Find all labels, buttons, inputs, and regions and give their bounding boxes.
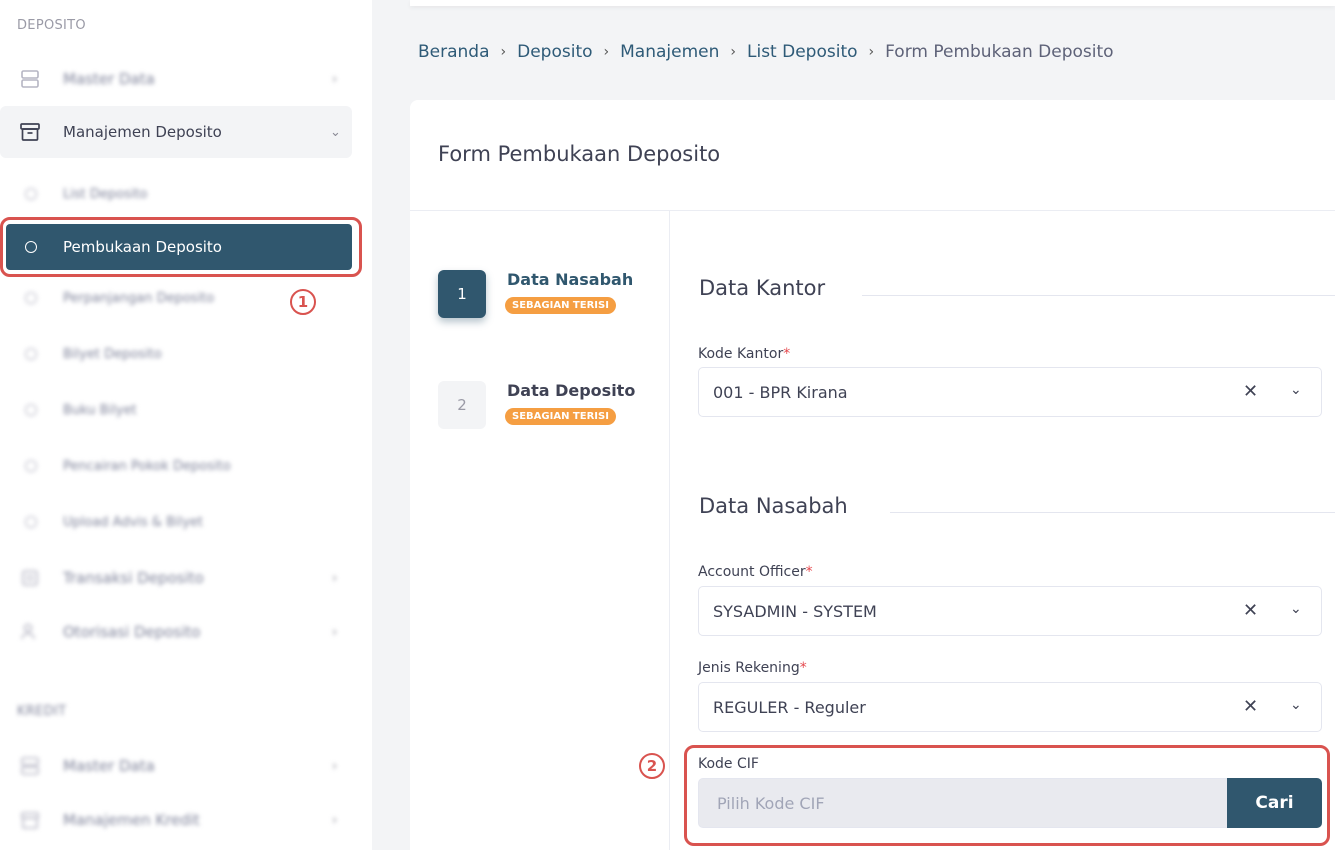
sidebar-item-manajemen-deposito[interactable]: Manajemen Deposito ⌄ — [0, 106, 352, 158]
sidebar-item-label: Pencairan Pokok Deposito — [63, 458, 231, 474]
breadcrumb-deposito[interactable]: Deposito — [517, 42, 592, 62]
chevron-right-icon: › — [332, 71, 338, 87]
kode-kantor-select[interactable]: 001 - BPR Kirana ✕ ⌄ — [698, 367, 1322, 417]
chevron-right-icon: › — [332, 570, 338, 586]
chevron-down-icon[interactable]: ⌄ — [1290, 382, 1302, 398]
chevron-right-icon: › — [500, 44, 507, 60]
chevron-down-icon: ⌄ — [330, 124, 341, 140]
sidebar-subitem-bilyet[interactable]: Bilyet Deposito — [0, 328, 352, 380]
bullet-icon — [25, 292, 37, 304]
chevron-right-icon: › — [332, 812, 338, 828]
database-icon — [18, 754, 42, 778]
sidebar-item-label: Master Data — [63, 757, 155, 775]
chevron-right-icon: › — [868, 44, 875, 60]
divider — [862, 295, 1335, 296]
chevron-down-icon[interactable]: ⌄ — [1290, 697, 1302, 713]
clear-icon[interactable]: ✕ — [1243, 600, 1258, 621]
sidebar-item-label: Master Data — [63, 70, 155, 88]
divider — [410, 210, 1335, 211]
step-name: Data Nasabah — [507, 270, 634, 289]
sidebar-item-label: Transaksi Deposito — [63, 569, 204, 587]
chevron-right-icon: › — [332, 758, 338, 774]
bullet-icon — [25, 404, 37, 416]
select-value: REGULER - Reguler — [713, 698, 866, 717]
section-title-kredit: KREDIT — [17, 704, 67, 719]
annotation-highlight-2 — [684, 745, 1330, 846]
transfer-icon — [18, 566, 42, 590]
sidebar-item-label: Upload Advis & Bilyet — [63, 514, 204, 530]
jenis-rekening-label: Jenis Rekening* — [698, 660, 807, 676]
chevron-right-icon: › — [603, 44, 610, 60]
breadcrumb: Beranda › Deposito › Manajemen › List De… — [418, 42, 1114, 62]
sidebar-subitem-list-deposito[interactable]: List Deposito — [0, 168, 352, 220]
section-heading-kantor: Data Kantor — [699, 276, 826, 300]
top-header — [410, 0, 1335, 6]
sidebar-subitem-perpanjangan[interactable]: Perpanjangan Deposito — [0, 272, 352, 324]
chevron-down-icon[interactable]: ⌄ — [1290, 601, 1302, 617]
bullet-icon — [25, 460, 37, 472]
step-number: 2 — [438, 381, 486, 429]
archive-box-icon — [18, 120, 42, 144]
annotation-highlight-1 — [0, 217, 362, 277]
sidebar-item-label: Otorisasi Deposito — [63, 623, 201, 641]
chevron-right-icon: › — [730, 44, 736, 60]
sidebar-item-manajemen-kredit[interactable]: Manajemen Kredit › — [0, 794, 352, 846]
select-value: 001 - BPR Kirana — [713, 383, 848, 402]
kode-kantor-label: Kode Kantor* — [698, 346, 791, 362]
breadcrumb-manajemen[interactable]: Manajemen — [620, 42, 719, 62]
sidebar-item-otorisasi-deposito[interactable]: Otorisasi Deposito › — [0, 606, 352, 658]
bullet-icon — [25, 516, 37, 528]
sidebar-item-transaksi-deposito[interactable]: Transaksi Deposito › — [0, 552, 352, 604]
section-title-deposito: DEPOSITO — [17, 18, 86, 33]
divider — [890, 512, 1335, 513]
sidebar-item-kredit-master-data[interactable]: Master Data › — [0, 740, 352, 792]
jenis-rekening-select[interactable]: REGULER - Reguler ✕ ⌄ — [698, 682, 1322, 732]
archive-box-icon — [18, 808, 42, 832]
sidebar-item-label: List Deposito — [63, 186, 148, 202]
breadcrumb-current: Form Pembukaan Deposito — [885, 42, 1114, 62]
sidebar-item-label: Manajemen Deposito — [63, 123, 222, 141]
clear-icon[interactable]: ✕ — [1243, 696, 1258, 717]
sidebar-subitem-buku-bilyet[interactable]: Buku Bilyet — [0, 384, 352, 436]
step-name: Data Deposito — [507, 381, 636, 400]
bullet-icon — [25, 188, 37, 200]
select-value: SYSADMIN - SYSTEM — [713, 602, 877, 621]
status-badge: SEBAGIAN TERISI — [505, 297, 616, 314]
sidebar-item-label: Buku Bilyet — [63, 402, 137, 418]
sidebar-item-label: Perpanjangan Deposito — [63, 290, 215, 306]
form-card: Form Pembukaan Deposito 1 Data Nasabah S… — [410, 100, 1335, 850]
sidebar-item-label: Manajemen Kredit — [63, 811, 200, 829]
section-heading-nasabah: Data Nasabah — [699, 494, 848, 518]
sidebar-subitem-upload[interactable]: Upload Advis & Bilyet — [0, 496, 352, 548]
sidebar-item-master-data[interactable]: Master Data › — [0, 53, 352, 105]
account-officer-label: Account Officer* — [698, 564, 813, 580]
status-badge: SEBAGIAN TERISI — [505, 408, 616, 425]
breadcrumb-list-deposito[interactable]: List Deposito — [747, 42, 858, 62]
divider — [669, 211, 670, 850]
breadcrumb-beranda[interactable]: Beranda — [418, 42, 490, 62]
sidebar: DEPOSITO Master Data › Manajemen Deposit… — [0, 0, 372, 850]
clear-icon[interactable]: ✕ — [1243, 381, 1258, 402]
chevron-right-icon: › — [332, 624, 338, 640]
step-number: 1 — [438, 270, 486, 318]
page-title: Form Pembukaan Deposito — [438, 142, 721, 166]
account-officer-select[interactable]: SYSADMIN - SYSTEM ✕ ⌄ — [698, 586, 1322, 636]
annotation-marker-2: 2 — [639, 753, 665, 779]
bullet-icon — [25, 348, 37, 360]
sidebar-item-label: Bilyet Deposito — [63, 346, 162, 362]
sidebar-subitem-pencairan[interactable]: Pencairan Pokok Deposito — [0, 440, 352, 492]
database-icon — [18, 67, 42, 91]
user-check-icon — [18, 620, 42, 644]
